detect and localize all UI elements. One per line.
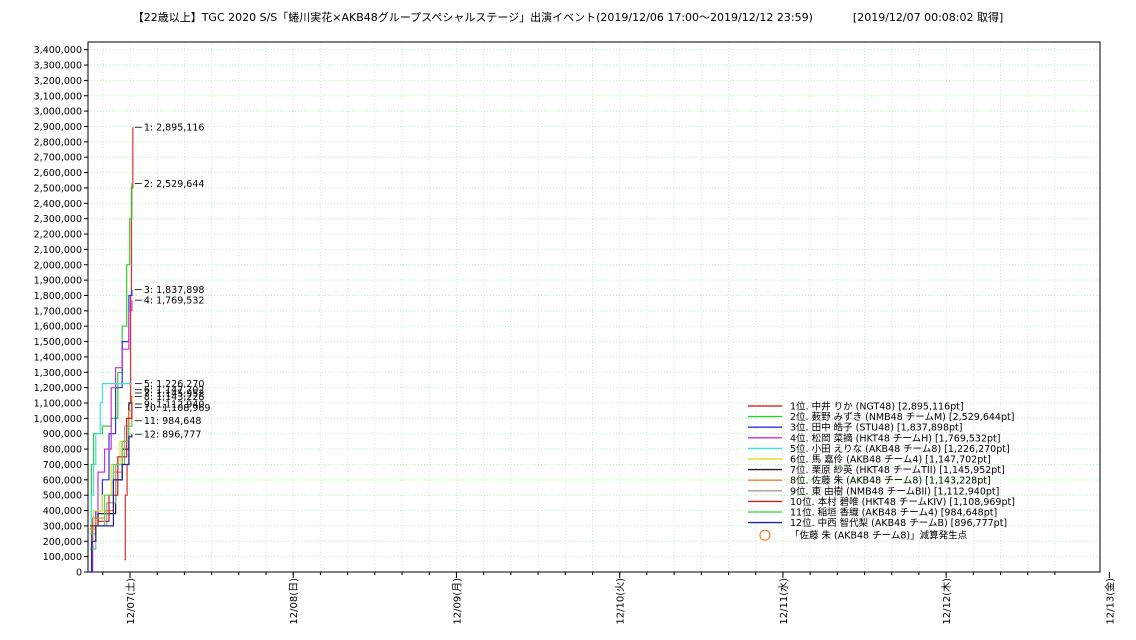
y-tick-label: 2,500,000 <box>34 183 82 194</box>
legend-entry: 11位. 稲垣 香織 (AKB48 チーム4) [984,648pt] <box>790 507 997 519</box>
x-tick-label: 12/13(金) <box>1103 578 1116 625</box>
y-tick-label: 300,000 <box>43 521 82 532</box>
annotation-label: 11: 984,648 <box>144 416 202 427</box>
annotation-label: 10: 1,108,969 <box>144 403 211 414</box>
y-tick-label: 1,800,000 <box>34 291 82 302</box>
legend-entry: 1位. 中井 りか (NGT48) [2,895,116pt] <box>790 401 964 413</box>
annotation-label: 2: 2,529,644 <box>144 179 205 190</box>
y-tick-label: 600,000 <box>43 475 82 486</box>
annotations: 1: 2,895,116 2: 2,529,644 3: 1,837,8984: 1… <box>134 123 211 441</box>
y-tick-label: 500,000 <box>43 491 82 502</box>
legend-entry: 10位. 本村 碧唯 (HKT48 チームKIV) [1,108,969pt] <box>790 496 1015 508</box>
y-tick-label: 2,100,000 <box>34 245 82 256</box>
legend-entry: 4位. 松岡 菜摘 (HKT48 チームH) [1,769,532pt] <box>790 432 1000 444</box>
series-lines <box>90 127 134 573</box>
y-tick-label: 1,700,000 <box>34 306 82 317</box>
y-tick-label: 1,900,000 <box>34 276 82 287</box>
y-tick-label: 1,300,000 <box>34 368 82 379</box>
y-tick-label: 100,000 <box>43 552 82 563</box>
x-tick-label: 12/08(日) <box>289 578 300 625</box>
y-tick-label: 2,900,000 <box>34 122 82 133</box>
legend-entry: 2位. 薮野 みずき (NMB48 チームM) [2,529,644pt] <box>790 411 1014 423</box>
legend-entry: 8位. 佐藤 朱 (AKB48 チーム8) [1,143,228pt] <box>790 475 991 487</box>
legend-entry: 7位. 栗原 紗英 (HKT48 チームTII) [1,145,952pt] <box>790 464 1005 476</box>
y-tick-label: 700,000 <box>43 460 82 471</box>
y-tick-label: 200,000 <box>43 537 82 548</box>
y-tick-label: 3,200,000 <box>34 76 82 87</box>
y-tick-label: 2,800,000 <box>34 137 82 148</box>
y-tick-label: 3,000,000 <box>34 107 82 118</box>
y-tick-label: 0 <box>76 568 82 579</box>
y-tick-label: 1,000,000 <box>34 414 82 425</box>
legend-entry: 5位. 小田 えりな (AKB48 チーム8) [1,226,270pt] <box>790 443 1010 455</box>
y-tick-label: 1,600,000 <box>34 322 82 333</box>
y-tick-label: 1,200,000 <box>34 383 82 394</box>
annotation-label: 12: 896,777 <box>144 430 202 441</box>
annotation-label: 1: 2,895,116 <box>144 123 205 134</box>
annotation-label: 3: 1,837,898 <box>144 285 205 296</box>
y-tick-label: 3,300,000 <box>34 61 82 72</box>
y-tick-label: 900,000 <box>43 429 82 440</box>
x-tick-label: 12/11(水) <box>778 578 790 625</box>
chart-canvas: 0 100,000 200,000 300,000 400,000 500,000 600,… <box>34 41 1116 625</box>
y-tick-label: 2,000,000 <box>34 260 82 271</box>
y-tick-label: 2,200,000 <box>34 230 82 241</box>
legend-entry: 6位. 馬 嘉伶 (AKB48 チーム4) [1,147,702pt] <box>790 454 991 466</box>
y-tick-label: 1,500,000 <box>34 337 82 348</box>
y-tick-label: 2,400,000 <box>34 199 82 210</box>
y-tick-label: 800,000 <box>43 445 82 456</box>
legend-entry: 3位. 田中 皓子 (STU48) [1,837,898pt] <box>790 422 962 434</box>
y-tick-label: 3,100,000 <box>34 91 82 102</box>
y-tick-label: 2,300,000 <box>34 214 82 225</box>
legend-entry: 9位. 東 由樹 (NMB48 チームBII) [1,112,940pt] <box>790 485 999 497</box>
legend-entry: 12位. 中西 智代梨 (AKB48 チームB) [896,777pt] <box>790 517 1007 529</box>
x-tick-label: 12/12(木) <box>941 578 953 625</box>
y-tick-label: 400,000 <box>43 506 82 517</box>
y-tick-label: 3,400,000 <box>34 45 82 56</box>
x-tick-label: 12/07(土) <box>124 578 137 625</box>
x-tick-label: 12/09(月) <box>451 578 463 625</box>
y-tick-label: 1,100,000 <box>34 399 82 410</box>
legend-marker-circle <box>759 529 771 541</box>
y-tick-label: 1,400,000 <box>34 352 82 363</box>
annotation-label: 4: 1,769,532 <box>144 296 205 307</box>
y-tick-label: 2,600,000 <box>34 168 82 179</box>
legend-marker-label: 「佐藤 朱 (AKB48 チーム8)」減算発生点 <box>790 530 968 542</box>
legend: 1位. 中井 りか (NGT48) [2,895,116pt]2位. 薮野 みず… <box>748 401 1015 542</box>
x-tick-label: 12/10(火) <box>615 578 627 625</box>
y-tick-label: 2,700,000 <box>34 153 82 164</box>
